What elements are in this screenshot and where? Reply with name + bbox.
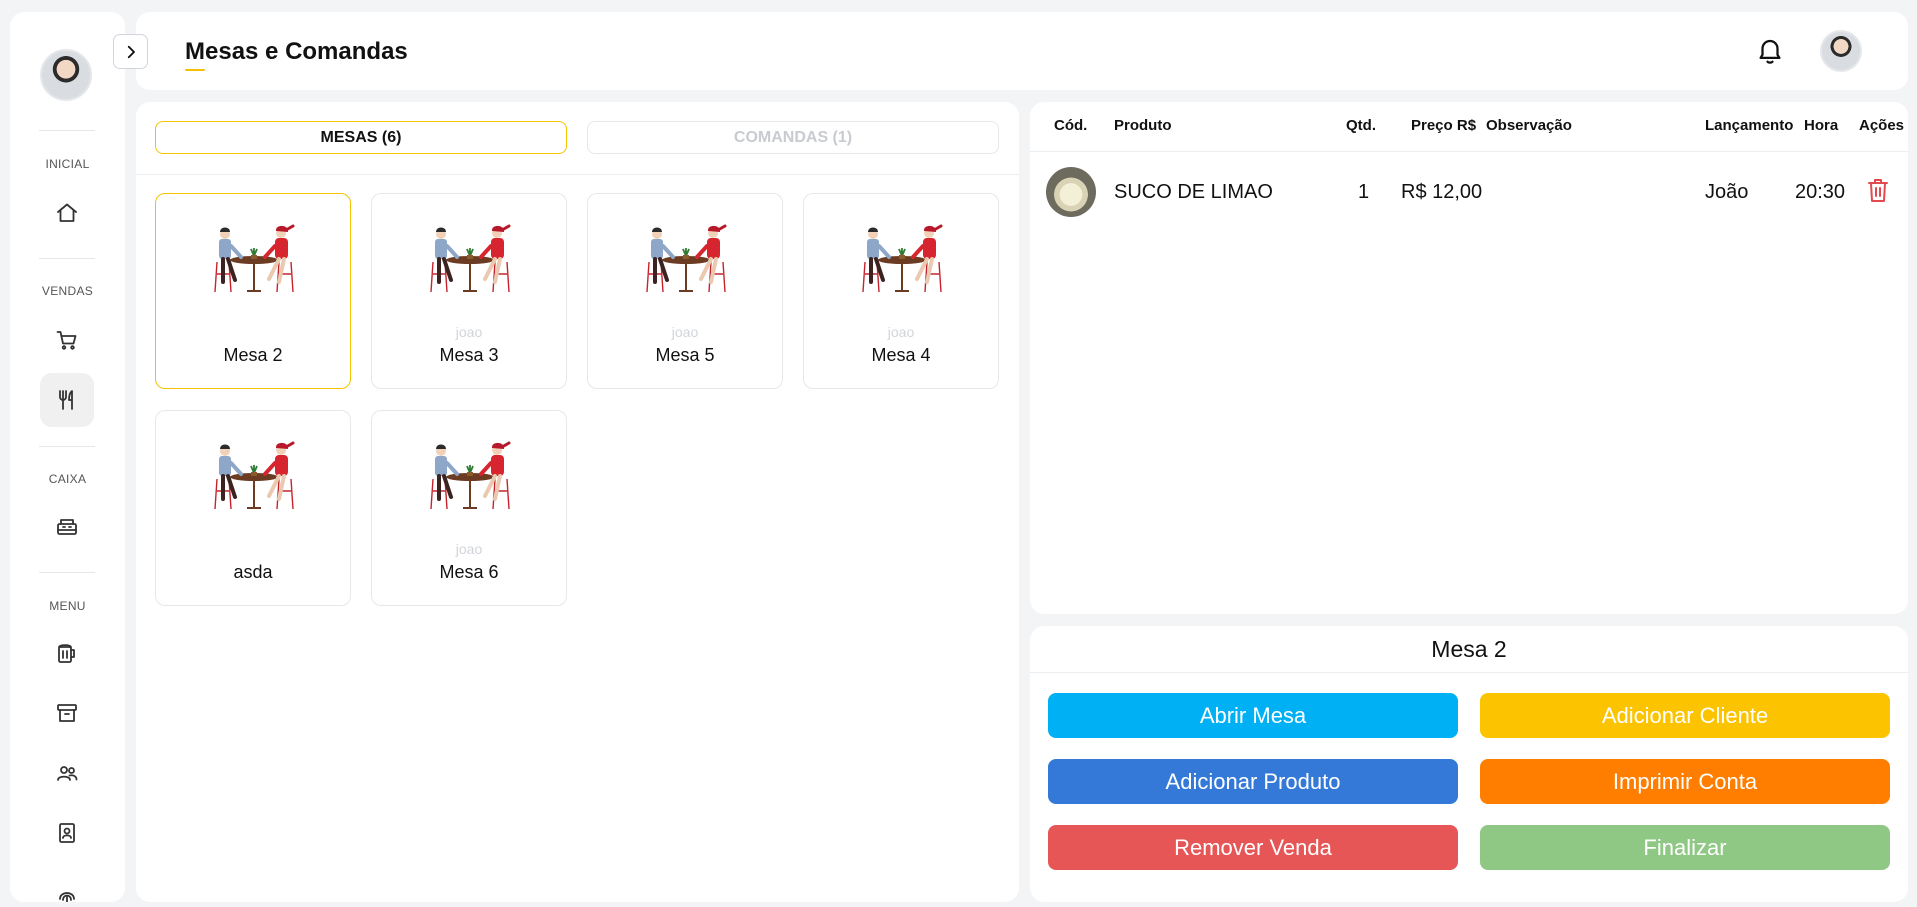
contact-book-icon: [59, 823, 75, 843]
trash-icon: [1868, 179, 1888, 202]
sidebar-item-vendas[interactable]: [40, 313, 94, 367]
section-label-caixa: CAIXA: [48, 472, 87, 486]
column-header-acoes: Ações: [1859, 117, 1905, 134]
sidebar-item-produtos[interactable]: [40, 686, 94, 740]
dining-table-illustration: [425, 222, 515, 298]
product-image: [1046, 167, 1096, 217]
product-quantity: 1: [1358, 181, 1370, 203]
table-name: Mesa 5: [655, 345, 715, 365]
section-label-vendas: VENDAS: [41, 284, 94, 298]
sidebar-avatar[interactable]: [40, 49, 92, 101]
sidebar-item-clientes[interactable]: [40, 746, 94, 800]
users-icon: [57, 766, 78, 781]
open-table-button[interactable]: Abrir Mesa: [1048, 693, 1458, 738]
table-card[interactable]: asda: [155, 410, 351, 606]
notifications-button[interactable]: [1755, 36, 1785, 66]
sidebar-divider: [39, 572, 95, 573]
sidebar-item-caixa[interactable]: [40, 499, 94, 553]
table-user: joao: [887, 324, 915, 340]
table-name: asda: [233, 562, 273, 582]
user-avatar[interactable]: [1820, 30, 1862, 72]
divider: [1030, 672, 1908, 673]
sidebar-item-mesas[interactable]: [40, 373, 94, 427]
sidebar-item-contatos[interactable]: [40, 806, 94, 860]
column-header-hora: Hora: [1804, 117, 1839, 134]
table-user: joao: [455, 324, 483, 340]
page-title: Mesas e Comandas: [185, 38, 408, 65]
sidebar-item-bebidas[interactable]: [40, 626, 94, 680]
home-icon: [57, 203, 77, 222]
product-name: SUCO DE LIMAO: [1114, 181, 1273, 203]
add-client-button[interactable]: Adicionar Cliente: [1480, 693, 1890, 738]
table-name: Mesa 2: [223, 345, 283, 365]
title-underline: [185, 69, 205, 71]
dining-table-illustration: [425, 439, 515, 515]
table-card[interactable]: joao Mesa 5: [587, 193, 783, 389]
chevron-right-icon: [127, 45, 135, 58]
tab-comandas[interactable]: COMANDAS (1): [587, 121, 999, 154]
archive-box-icon: [57, 704, 77, 722]
table-card[interactable]: joao Mesa 3: [371, 193, 567, 389]
divider: [1030, 151, 1908, 152]
table-card[interactable]: Mesa 2: [155, 193, 351, 389]
dining-table-illustration: [209, 222, 299, 298]
table-user: joao: [671, 324, 699, 340]
print-bill-button[interactable]: Imprimir Conta: [1480, 759, 1890, 804]
sidebar-divider: [39, 446, 95, 447]
selected-table-title: Mesa 2: [1431, 636, 1507, 662]
remove-sale-button[interactable]: Remover Venda: [1048, 825, 1458, 870]
bell-icon: [1759, 39, 1781, 64]
product-price: R$ 12,00: [1401, 181, 1483, 203]
dining-table-illustration: [209, 439, 299, 515]
sidebar: INICIAL VENDAS CAIXA MENU: [10, 12, 125, 902]
launch-time: 20:30: [1795, 181, 1846, 203]
cart-icon: [56, 331, 77, 350]
beer-mug-icon: [58, 644, 75, 663]
tables-panel: MESAS (6) COMANDAS (1) Mesa 2 joao Mesa …: [136, 102, 1019, 902]
utensils-icon: [59, 390, 73, 410]
dining-table-illustration: [857, 222, 947, 298]
table-user: joao: [455, 541, 483, 557]
delete-item-button[interactable]: [1866, 177, 1890, 203]
table-name: Mesa 4: [871, 345, 931, 365]
sidebar-item-inicial[interactable]: [40, 186, 94, 240]
cash-register-icon: [57, 519, 77, 535]
sidebar-toggle-button[interactable]: [113, 34, 148, 69]
table-actions-panel: Mesa 2 Abrir Mesa Adicionar Cliente Adic…: [1030, 626, 1908, 902]
divider: [136, 174, 1019, 175]
tab-mesas[interactable]: MESAS (6): [155, 121, 567, 154]
fingerprint-icon: [59, 892, 75, 902]
launched-by: João: [1705, 181, 1749, 203]
table-card[interactable]: joao Mesa 4: [803, 193, 999, 389]
sidebar-item-acesso[interactable]: [40, 870, 94, 902]
column-header-produto: Produto: [1114, 117, 1172, 134]
column-header-observacao: Observação: [1486, 117, 1572, 134]
table-card[interactable]: joao Mesa 6: [371, 410, 567, 606]
dining-table-illustration: [641, 222, 731, 298]
order-items-panel: Cód. Produto Qtd. Preço R$ Observação La…: [1030, 102, 1908, 614]
table-name: Mesa 6: [439, 562, 499, 582]
table-name: Mesa 3: [439, 345, 499, 365]
section-label-inicial: INICIAL: [45, 157, 90, 171]
add-product-button[interactable]: Adicionar Produto: [1048, 759, 1458, 804]
sidebar-divider: [39, 130, 95, 131]
column-header-lancamento: Lançamento: [1705, 117, 1794, 134]
header: Mesas e Comandas: [136, 12, 1908, 90]
column-header-quantidade: Qtd.: [1346, 117, 1376, 134]
section-label-menu: MENU: [49, 599, 86, 613]
sidebar-divider: [39, 258, 95, 259]
column-header-codigo: Cód.: [1054, 117, 1088, 134]
finish-button[interactable]: Finalizar: [1480, 825, 1890, 870]
column-header-preco: Preço R$: [1411, 117, 1477, 134]
